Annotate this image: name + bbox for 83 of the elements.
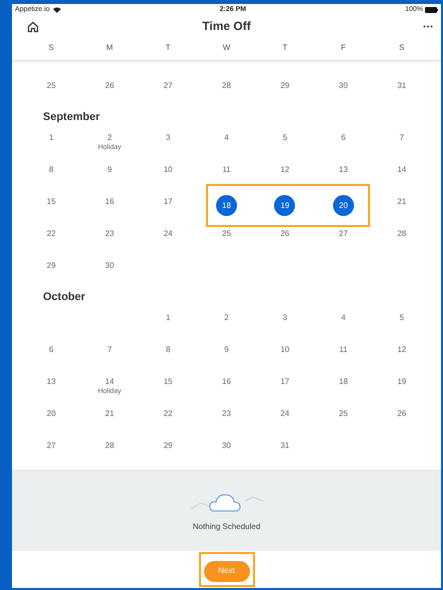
weekday-label: T <box>281 42 288 54</box>
day-number[interactable]: 4 <box>224 133 229 144</box>
day-number[interactable]: 6 <box>341 133 346 144</box>
day-number[interactable]: 28 <box>105 441 114 452</box>
weekday-label: F <box>340 42 347 54</box>
day-number[interactable]: 29 <box>164 441 173 452</box>
day-number[interactable]: 12 <box>280 165 290 176</box>
weekday-label: S <box>398 42 406 54</box>
day-number[interactable]: 17 <box>164 197 173 208</box>
day-number[interactable]: 31 <box>397 81 406 92</box>
day-number[interactable]: 27 <box>46 441 56 452</box>
selected-day[interactable]: 19 <box>274 195 296 216</box>
day-number[interactable]: 22 <box>46 229 56 240</box>
weekday-label: S <box>48 42 55 54</box>
day-number[interactable]: 3 <box>166 133 170 144</box>
day-number[interactable]: 1 <box>166 313 170 324</box>
month-heading: September <box>42 110 101 124</box>
day-number[interactable]: 18 <box>338 377 348 388</box>
day-number[interactable]: 21 <box>105 409 114 420</box>
day-number[interactable]: 9 <box>224 345 229 356</box>
day-number[interactable]: 8 <box>166 345 170 356</box>
empty-message: Nothing Scheduled <box>192 521 260 534</box>
day-number[interactable]: 8 <box>48 165 54 176</box>
day-number[interactable]: 25 <box>338 409 348 420</box>
day-number[interactable]: 23 <box>222 409 231 420</box>
day-number[interactable]: 26 <box>397 409 406 420</box>
day-number[interactable]: 10 <box>280 345 290 356</box>
day-number[interactable]: 14 <box>397 165 406 176</box>
weekday-label: T <box>164 42 172 54</box>
day-number[interactable]: 9 <box>107 165 112 176</box>
day-number[interactable]: 17 <box>280 377 290 388</box>
battery-icon <box>424 6 438 13</box>
day-number[interactable]: 15 <box>164 377 173 388</box>
day-number[interactable]: 12 <box>397 345 406 356</box>
more-icon[interactable] <box>423 24 433 28</box>
day-number[interactable]: 26 <box>105 81 114 92</box>
day-number[interactable]: 26 <box>280 229 290 240</box>
day-number[interactable]: 30 <box>105 261 114 272</box>
selected-day[interactable]: 18 <box>216 195 237 216</box>
day-number[interactable]: 5 <box>282 133 288 144</box>
day-number[interactable]: 25 <box>222 229 231 240</box>
day-number[interactable]: 7 <box>400 133 404 144</box>
day-number[interactable]: 7 <box>107 345 112 356</box>
day-number[interactable]: 27 <box>164 81 173 92</box>
day-number[interactable]: 11 <box>222 165 231 176</box>
day-number[interactable]: 22 <box>164 409 173 420</box>
day-number[interactable]: 11 <box>339 345 348 356</box>
day-number[interactable]: 27 <box>338 229 348 240</box>
day-number[interactable]: 25 <box>46 81 56 92</box>
day-number[interactable]: 13 <box>46 377 56 388</box>
day-number[interactable]: 24 <box>280 409 290 420</box>
day-number[interactable]: 31 <box>280 441 290 452</box>
day-number[interactable]: 6 <box>48 345 54 356</box>
weekday-label: W <box>222 42 232 54</box>
weekday-label: M <box>105 42 114 54</box>
day-number[interactable]: 23 <box>105 229 114 240</box>
day-number[interactable]: 10 <box>164 165 173 176</box>
day-number[interactable]: 28 <box>397 229 406 240</box>
selected-day[interactable]: 20 <box>332 195 354 216</box>
month-heading: October <box>42 290 86 304</box>
day-number[interactable]: 20 <box>46 409 56 420</box>
day-number[interactable]: 1 <box>48 133 54 144</box>
day-number[interactable]: 24 <box>164 229 173 240</box>
day-number[interactable]: 13 <box>338 165 348 176</box>
day-number[interactable]: 5 <box>400 313 404 324</box>
day-number[interactable]: 2 <box>224 313 229 324</box>
day-number[interactable]: 2 <box>107 133 112 144</box>
home-icon[interactable] <box>27 20 39 33</box>
day-number[interactable]: 21 <box>397 197 406 208</box>
day-number[interactable]: 29 <box>46 261 56 272</box>
day-number[interactable]: 28 <box>222 81 231 92</box>
day-number[interactable]: 16 <box>222 377 231 388</box>
wifi-icon <box>52 6 61 13</box>
day-number[interactable]: 14 <box>105 377 114 388</box>
page-title: Time Off <box>202 18 251 36</box>
day-number[interactable]: 30 <box>338 81 348 92</box>
day-number[interactable]: 15 <box>46 197 56 208</box>
day-number[interactable]: 4 <box>341 313 346 324</box>
day-number[interactable]: 16 <box>105 197 114 208</box>
day-number[interactable]: 3 <box>282 313 288 324</box>
day-number[interactable]: 19 <box>397 377 406 388</box>
day-number[interactable]: 30 <box>222 441 231 452</box>
day-number[interactable]: 29 <box>280 81 290 92</box>
